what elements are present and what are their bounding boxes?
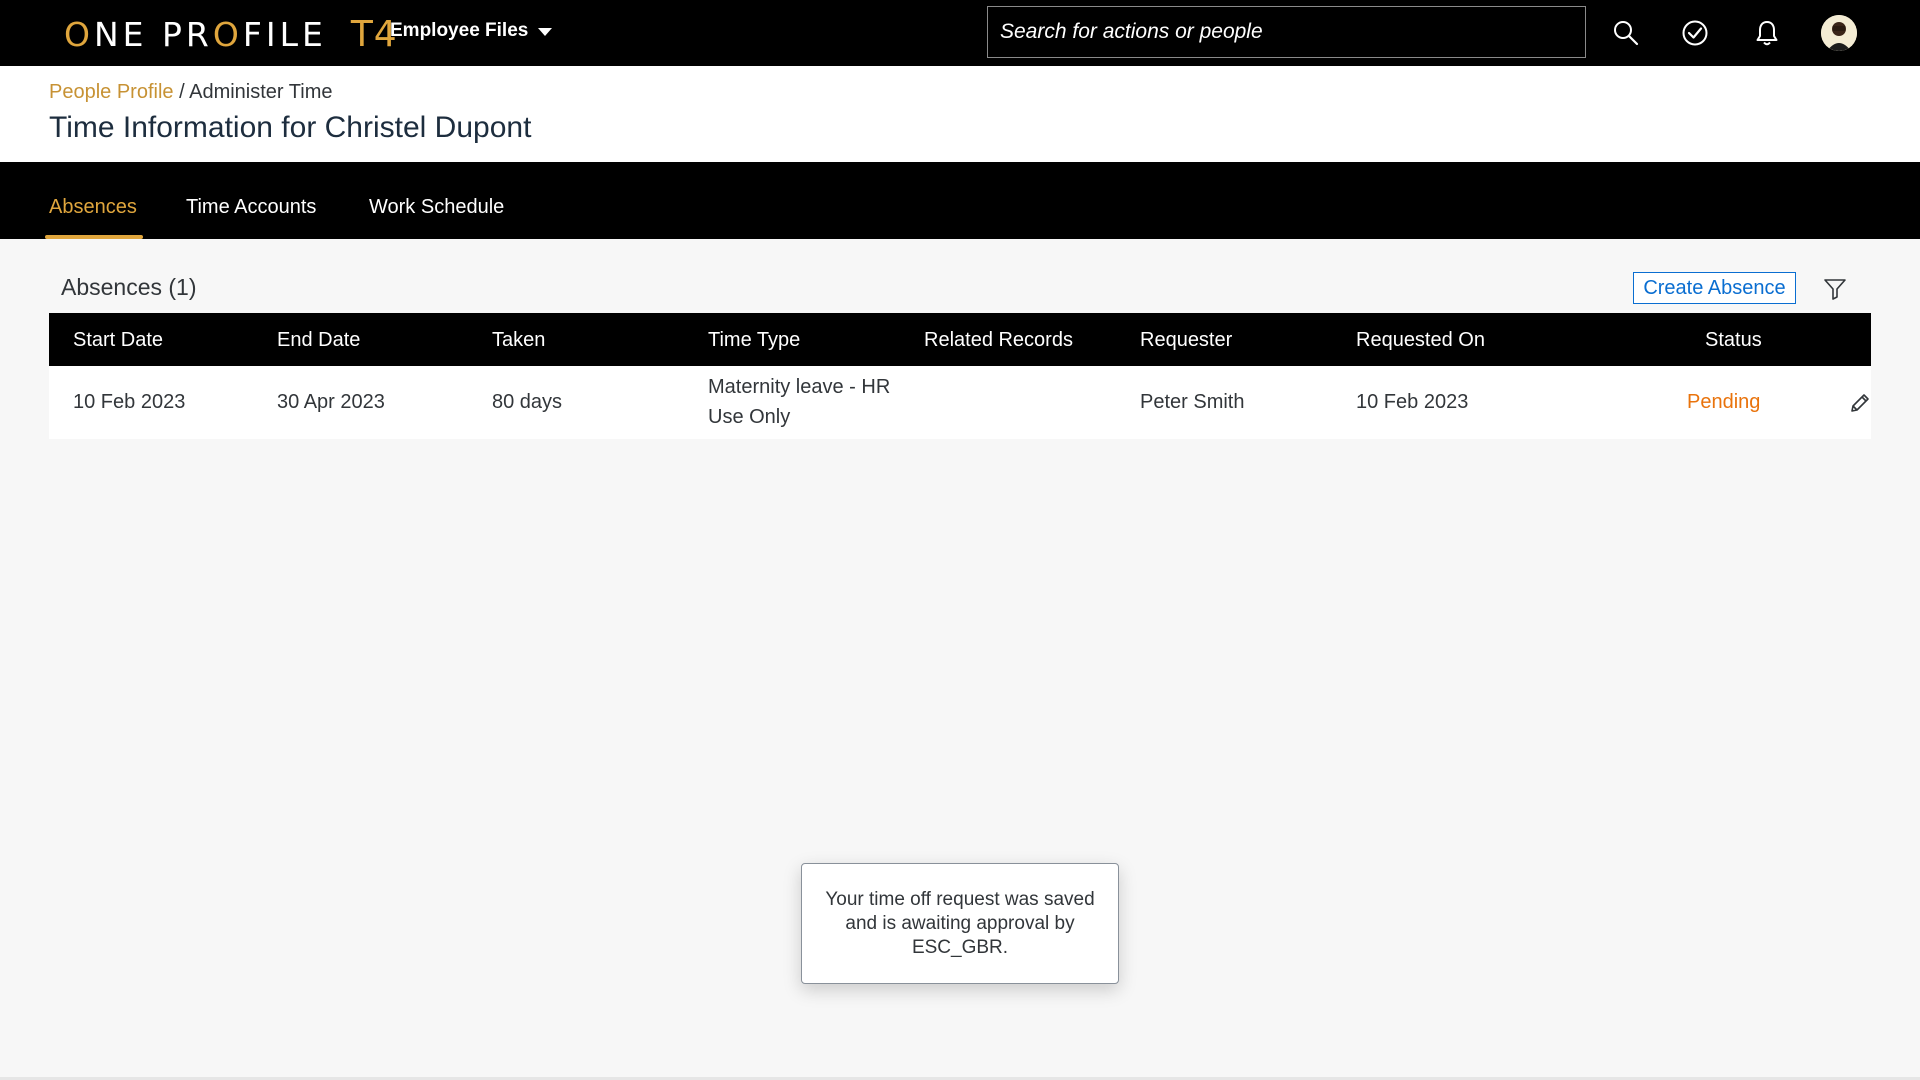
create-absence-button[interactable]: Create Absence bbox=[1633, 272, 1796, 304]
search-input[interactable] bbox=[987, 6, 1586, 58]
approve-check-icon[interactable] bbox=[1680, 18, 1710, 48]
shell-bar: O NE PR O FILE T4 Employee Files bbox=[0, 0, 1920, 66]
cell-start-date: 10 Feb 2023 bbox=[73, 391, 186, 413]
cell-taken: 80 days bbox=[492, 391, 563, 413]
tab-work-schedule[interactable]: Work Schedule bbox=[369, 196, 504, 219]
avatar-portrait-icon bbox=[1821, 15, 1857, 51]
logo-o2: O bbox=[212, 14, 243, 54]
cell-end-date: 30 Apr 2023 bbox=[277, 391, 385, 413]
cell-requested-on: 10 Feb 2023 bbox=[1356, 391, 1469, 413]
breadcrumb-separator: / bbox=[173, 81, 190, 103]
status-badge: Pending bbox=[1687, 391, 1761, 413]
column-requester[interactable]: Requester bbox=[1140, 329, 1232, 352]
logo-pr: PR bbox=[162, 14, 213, 54]
toast-text: Your time off request was saved and is a… bbox=[825, 888, 1095, 958]
breadcrumb-current: Administer Time bbox=[189, 81, 333, 103]
cell-requester: Peter Smith bbox=[1140, 391, 1245, 413]
column-taken[interactable]: Taken bbox=[492, 329, 545, 352]
logo-ne: NE bbox=[93, 14, 148, 54]
column-start-date[interactable]: Start Date bbox=[73, 329, 163, 352]
logo-file: FILE bbox=[242, 14, 327, 54]
cell-time-type-line2: Use Only bbox=[708, 406, 791, 428]
table-row[interactable]: 10 Feb 2023 30 Apr 2023 80 days Maternit… bbox=[49, 366, 1871, 439]
caret-down-icon bbox=[538, 28, 553, 36]
active-tab-indicator bbox=[45, 235, 143, 239]
employee-files-label: Employee Files bbox=[390, 20, 529, 41]
column-related-records[interactable]: Related Records bbox=[924, 329, 1073, 352]
column-requested-on[interactable]: Requested On bbox=[1356, 329, 1485, 352]
column-status[interactable]: Status bbox=[1705, 329, 1762, 352]
column-end-date[interactable]: End Date bbox=[277, 329, 360, 352]
toast-message: Your time off request was saved and is a… bbox=[801, 863, 1119, 984]
logo-o: O bbox=[64, 14, 94, 54]
tab-bar: Absences Time Accounts Work Schedule bbox=[0, 162, 1920, 239]
one-profile-logo[interactable]: O NE PR O FILE T4 bbox=[64, 14, 398, 55]
cell-time-type-line1: Maternity leave - HR bbox=[708, 376, 891, 398]
employee-files-menu[interactable]: Employee Files bbox=[390, 20, 553, 42]
search-icon[interactable] bbox=[1611, 18, 1641, 48]
page-header: People Profile / Administer Time Time In… bbox=[0, 66, 1920, 162]
page-title: Time Information for Christel Dupont bbox=[49, 111, 532, 144]
absences-table-header: Start Date End Date Taken Time Type Rela… bbox=[49, 313, 1871, 366]
edit-pencil-icon[interactable] bbox=[1848, 391, 1872, 415]
breadcrumb-people-profile-link[interactable]: People Profile bbox=[49, 81, 174, 103]
user-avatar[interactable] bbox=[1821, 15, 1857, 51]
column-time-type[interactable]: Time Type bbox=[708, 329, 800, 352]
absences-section-title: Absences (1) bbox=[61, 274, 197, 300]
tab-absences[interactable]: Absences bbox=[49, 196, 137, 219]
breadcrumb: People Profile / Administer Time bbox=[49, 81, 332, 104]
notification-bell-icon[interactable] bbox=[1752, 18, 1782, 48]
tab-time-accounts[interactable]: Time Accounts bbox=[186, 196, 316, 219]
filter-icon[interactable] bbox=[1822, 276, 1848, 302]
